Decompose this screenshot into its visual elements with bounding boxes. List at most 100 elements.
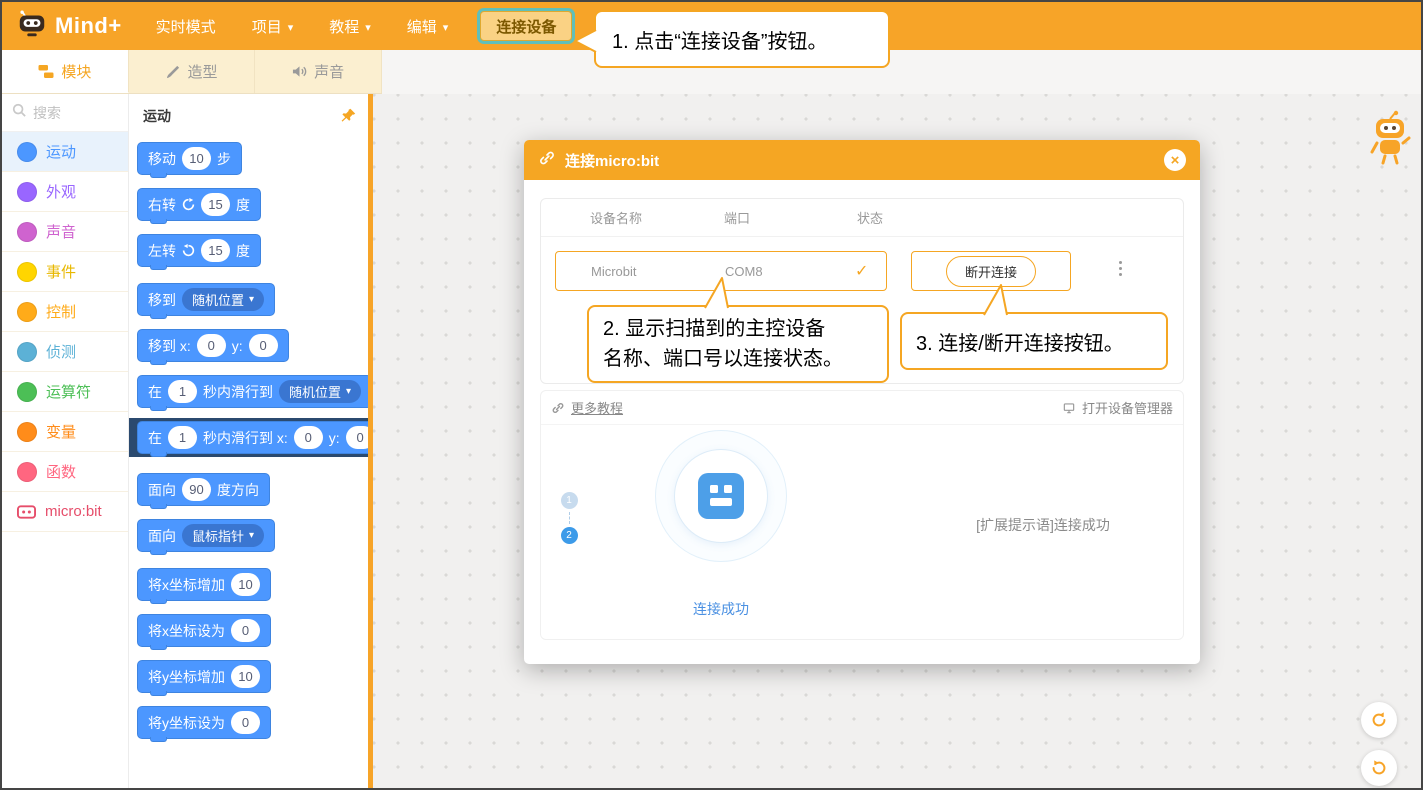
sidebar-category-operators[interactable]: 运算符 (2, 372, 128, 412)
block-goto-random[interactable]: 移到随机位置▾ (137, 283, 275, 316)
search-icon (12, 103, 26, 122)
block-change-y[interactable]: 将y坐标增加 10 (137, 660, 271, 693)
app-window: Mind+ 实时模式 项目 ▾ 教程 ▾ 编辑 ▾ 连接设备 模块 造型 (0, 0, 1423, 790)
category-label: 控制 (46, 301, 76, 322)
menu-tutorials-label: 教程 (329, 16, 359, 37)
check-icon: ✓ (855, 261, 868, 281)
sidebar-category-sound[interactable]: 声音 (2, 212, 128, 252)
microbit-icon (17, 505, 36, 519)
block-set-y[interactable]: 将y坐标设为 0 (137, 706, 271, 739)
block-input[interactable]: 0 (231, 711, 260, 734)
sidebar-category-looks[interactable]: 外观 (2, 172, 128, 212)
connection-status-text: 连接成功 (655, 599, 787, 619)
device-table-header: 设备名称 端口 状态 (541, 199, 1183, 237)
block-search[interactable] (2, 94, 128, 132)
block-input[interactable]: 0 (294, 426, 323, 449)
tab-sounds[interactable]: 声音 (255, 50, 382, 93)
category-dot-icon (17, 262, 37, 282)
block-glide-xy[interactable]: 在1秒内滑行到 x:0y:0 (137, 421, 368, 454)
category-dot-icon (17, 182, 37, 202)
robot-logo-icon (16, 9, 48, 44)
block-row: 在1秒内滑行到随机位置▾ (137, 375, 368, 408)
block-text: 移到 (148, 290, 176, 310)
block-change-x[interactable]: 将x坐标增加10 (137, 568, 271, 601)
block-row: 左转15度 (137, 234, 368, 267)
sidebar-category-microbit[interactable]: micro:bit (2, 492, 128, 532)
menu-edit[interactable]: 编辑 ▾ (389, 2, 467, 50)
annotation-step3: 3. 连接/断开连接按钮。 (900, 312, 1168, 370)
block-input[interactable]: 1 (168, 380, 197, 403)
step-1-badge: 1 (561, 492, 578, 509)
category-sidebar: 运动外观声音事件控制侦测运算符变量函数micro:bit (2, 94, 129, 788)
sidebar-category-sensing[interactable]: 侦测 (2, 332, 128, 372)
connect-device-button[interactable]: 连接设备 (480, 11, 572, 41)
block-goto-xy[interactable]: 移到 x:0y:0 (137, 329, 289, 362)
sidebar-category-functions[interactable]: 函数 (2, 452, 128, 492)
menu-realtime-mode[interactable]: 实时模式 (138, 2, 234, 50)
block-turn-right[interactable]: 右转15度 (137, 188, 261, 221)
block-turn-left[interactable]: 左转15度 (137, 234, 261, 267)
block-input[interactable]: 10 (231, 665, 260, 688)
menu-project[interactable]: 项目 ▾ (234, 2, 312, 50)
tab-blocks[interactable]: 模块 (2, 50, 129, 93)
block-palette: 运动 移动10步右转15度左转15度移到随机位置▾移到 x:0y:0在1秒内滑行… (129, 94, 368, 788)
block-input[interactable]: 0 (249, 334, 278, 357)
block-input[interactable]: 0 (346, 426, 368, 449)
close-icon[interactable]: × (1164, 149, 1186, 171)
chevron-down-icon: ▾ (365, 21, 371, 34)
sidebar-category-motion[interactable]: 运动 (2, 132, 128, 172)
block-text: 在 (148, 382, 162, 402)
microbit-device-icon (698, 473, 744, 519)
sidebar-category-events[interactable]: 事件 (2, 252, 128, 292)
rotate-ccw-icon (182, 244, 195, 257)
block-input[interactable]: 1 (168, 426, 197, 449)
block-glide-random[interactable]: 在1秒内滑行到随机位置▾ (137, 375, 368, 408)
block-input[interactable]: 10 (231, 573, 260, 596)
category-label: 变量 (46, 421, 76, 442)
category-dot-icon (17, 222, 37, 242)
redo-icon (1369, 758, 1389, 778)
connection-status-area: 1 2 连接成功 [扩展提示语]连接成功 (541, 425, 1183, 639)
sidebar-category-control[interactable]: 控制 (2, 292, 128, 332)
tab-costumes[interactable]: 造型 (129, 50, 256, 93)
block-text: 在 (148, 428, 162, 448)
block-input[interactable]: 0 (197, 334, 226, 357)
block-row: 面向鼠标指针▾ (137, 519, 368, 552)
block-text: 移到 x: (148, 336, 191, 356)
more-tutorials-link[interactable]: 更多教程 (551, 398, 623, 417)
palette-scrollbar[interactable] (368, 94, 373, 788)
block-dropdown[interactable]: 随机位置▾ (182, 288, 264, 311)
category-label: 运动 (46, 141, 76, 162)
block-input[interactable]: 0 (231, 619, 260, 642)
block-input[interactable]: 90 (182, 478, 211, 501)
category-label: 外观 (46, 181, 76, 202)
block-point-towards[interactable]: 面向鼠标指针▾ (137, 519, 275, 552)
open-device-manager-link[interactable]: 打开设备管理器 (1062, 398, 1173, 417)
block-input[interactable]: 15 (201, 239, 230, 262)
palette-header: 运动 (129, 94, 368, 136)
annotation-step3-text: 3. 连接/断开连接按钮。 (916, 327, 1124, 356)
block-set-x[interactable]: 将x坐标设为0 (137, 614, 271, 647)
connection-status-panel: 更多教程 打开设备管理器 1 2 (540, 390, 1184, 640)
block-row: 右转15度 (137, 188, 368, 221)
sidebar-category-variables[interactable]: 变量 (2, 412, 128, 452)
block-input[interactable]: 15 (201, 193, 230, 216)
editor-tabs: 模块 造型 声音 (2, 50, 382, 94)
menu-tutorials[interactable]: 教程 ▾ (311, 2, 389, 50)
block-text: 度 (236, 241, 250, 261)
pin-icon[interactable] (340, 108, 356, 124)
more-options-icon[interactable] (1113, 255, 1128, 282)
block-text: 将y坐标增加 (148, 667, 225, 687)
block-point-direction[interactable]: 面向90度方向 (137, 473, 270, 506)
search-input[interactable] (33, 105, 105, 121)
block-input[interactable]: 10 (182, 147, 211, 170)
redo-button[interactable] (1361, 750, 1397, 786)
chevron-down-icon: ▾ (443, 21, 449, 34)
block-move-steps[interactable]: 移动10步 (137, 142, 242, 175)
mindplus-logo: Mind+ (16, 9, 122, 44)
block-dropdown[interactable]: 随机位置▾ (279, 380, 361, 403)
block-text: 将y坐标设为 (148, 713, 225, 733)
undo-button[interactable] (1361, 702, 1397, 738)
block-dropdown[interactable]: 鼠标指针▾ (182, 524, 264, 547)
connection-stepper: 1 2 (559, 492, 579, 544)
